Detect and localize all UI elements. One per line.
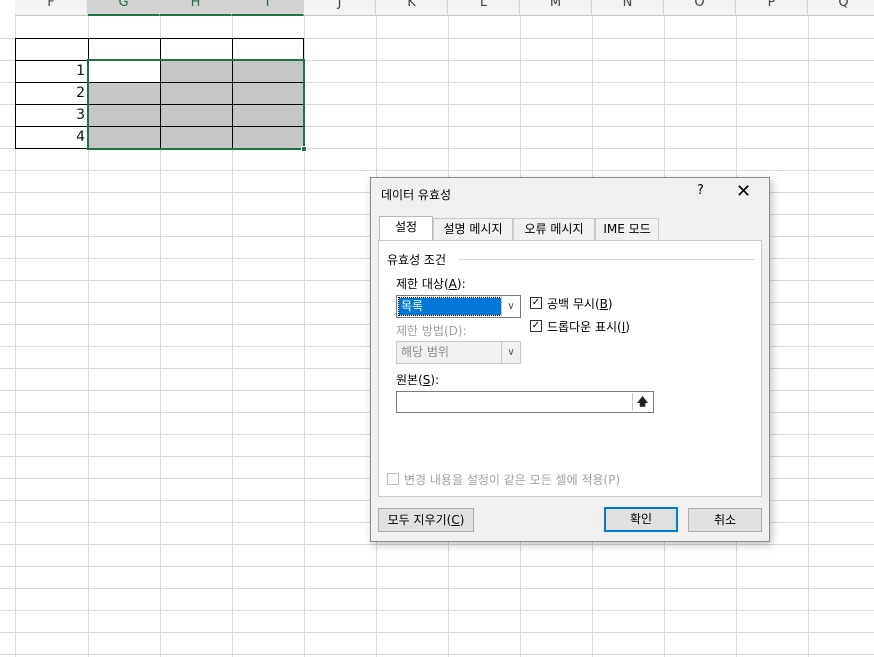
- gridline-horizontal: [0, 170, 874, 171]
- tab-ime-mode[interactable]: IME 모드: [595, 218, 659, 240]
- gridline-horizontal: [0, 632, 874, 633]
- tab-settings[interactable]: 설정: [379, 216, 433, 240]
- row-number-cell[interactable]: 4: [15, 126, 89, 149]
- column-header-k[interactable]: K: [376, 0, 448, 16]
- selection-border: [87, 59, 305, 150]
- table-header-cell[interactable]: [232, 38, 304, 61]
- row-number-cell[interactable]: 1: [15, 60, 89, 83]
- tab-input-message[interactable]: 설명 메시지: [433, 218, 513, 240]
- source-input[interactable]: 🡅: [396, 391, 654, 413]
- data-validation-dialog: 데이터 유효성 ? ✕ 설정 설명 메시지 오류 메시지 IME 모드 유효성 …: [370, 177, 770, 542]
- gridline-horizontal: [0, 544, 874, 545]
- apply-to-all-checkbox[interactable]: [387, 473, 399, 485]
- validation-criteria-group-title: 유효성 조건: [387, 253, 447, 267]
- gridline-horizontal: [0, 566, 874, 567]
- column-header-j[interactable]: J: [304, 0, 376, 16]
- chevron-down-icon: ∨: [501, 342, 520, 363]
- clear-all-button[interactable]: 모두 지우기(C): [378, 508, 474, 532]
- in-cell-dropdown-checkbox[interactable]: ✓: [530, 320, 542, 332]
- table-header-cell[interactable]: [160, 38, 233, 61]
- settings-panel: 유효성 조건 제한 대상(A): 목록 ∨ ✓ 공백 무시(B) ✓ 드롭다운 …: [378, 240, 762, 497]
- column-header-q[interactable]: Q: [808, 0, 874, 16]
- table-header-cell[interactable]: [15, 38, 89, 61]
- data-method-value: 해당 범위: [401, 345, 449, 359]
- data-method-select: 해당 범위 ∨: [396, 341, 521, 364]
- allow-select[interactable]: 목록 ∨: [396, 295, 521, 318]
- column-header-l[interactable]: L: [448, 0, 520, 16]
- allow-label: 제한 대상(A):: [396, 277, 466, 291]
- column-header-m[interactable]: M: [520, 0, 592, 16]
- ignore-blank-checkbox[interactable]: ✓: [530, 297, 542, 309]
- ok-button[interactable]: 확인: [604, 507, 678, 532]
- source-label: 원본(S):: [396, 373, 440, 387]
- tab-error-alert[interactable]: 오류 메시지: [513, 218, 595, 240]
- gridline-vertical: [808, 16, 809, 657]
- gridline-horizontal: [0, 610, 874, 611]
- ignore-blank-label: 공백 무시(B): [547, 297, 613, 311]
- help-icon[interactable]: ?: [697, 183, 704, 198]
- row-number-cell[interactable]: 3: [15, 104, 89, 127]
- table-header-cell[interactable]: [88, 38, 161, 61]
- column-header-h[interactable]: H: [160, 0, 232, 16]
- column-header-o[interactable]: O: [664, 0, 736, 16]
- group-divider: [459, 259, 755, 260]
- in-cell-dropdown-label: 드롭다운 표시(I): [547, 320, 630, 334]
- collapse-dialog-icon[interactable]: 🡅: [632, 393, 652, 411]
- column-header-g[interactable]: G: [88, 0, 160, 16]
- column-header-i[interactable]: I: [232, 0, 304, 16]
- close-icon[interactable]: ✕: [736, 181, 751, 202]
- allow-select-value: 목록: [398, 297, 502, 316]
- row-number-cell[interactable]: 2: [15, 82, 89, 105]
- dialog-title: 데이터 유효성: [381, 188, 452, 202]
- apply-to-all-label: 변경 내용을 설정이 같은 모든 셀에 적용(P): [404, 473, 621, 487]
- column-header-p[interactable]: P: [736, 0, 808, 16]
- chevron-down-icon[interactable]: ∨: [501, 296, 520, 317]
- data-method-label: 제한 방법(D):: [396, 324, 467, 338]
- cancel-button[interactable]: 취소: [688, 508, 762, 532]
- column-header-f[interactable]: F: [15, 0, 88, 16]
- column-header-n[interactable]: N: [592, 0, 664, 16]
- gridline-horizontal: [0, 588, 874, 589]
- gridline-horizontal: [0, 654, 874, 655]
- fill-handle[interactable]: [301, 146, 307, 152]
